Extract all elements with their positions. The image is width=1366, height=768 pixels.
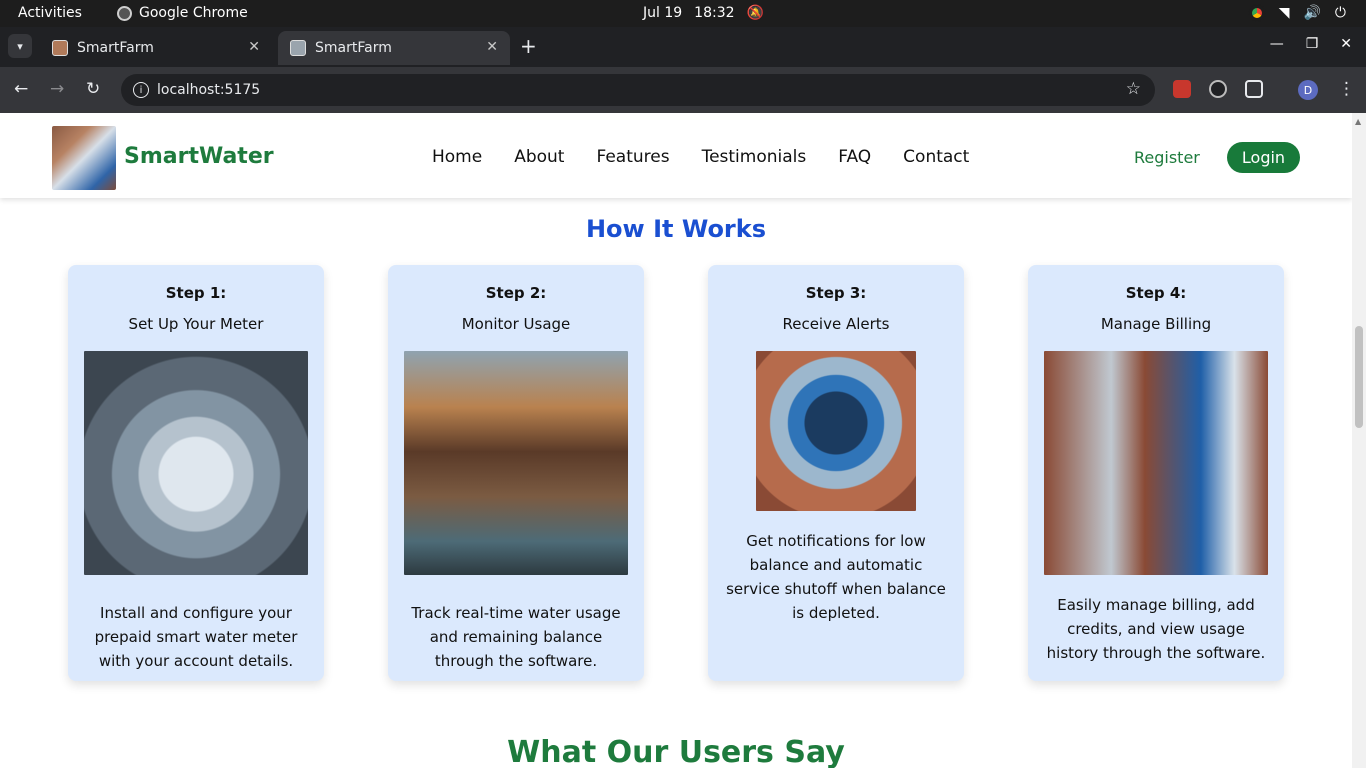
nav-contact[interactable]: Contact: [903, 147, 969, 167]
tab-title: SmartFarm: [77, 40, 154, 56]
app-menu[interactable]: Google Chrome: [117, 5, 248, 21]
wifi-icon: ◥: [1278, 5, 1290, 21]
browser-toolbar: ← → ↻ i localhost:5175 ☆ ⋮: [0, 67, 1366, 113]
site-logo[interactable]: [52, 126, 116, 190]
tab-favicon-icon: [290, 40, 306, 56]
smart-meter-photo: [84, 351, 308, 575]
site-header: SmartWater Home About Features Testimoni…: [0, 113, 1352, 198]
system-tray[interactable]: ◥ 🔊 ⏻: [1247, 4, 1346, 22]
users-say-title: What Our Users Say: [507, 735, 845, 768]
step-label: Step 4:: [1125, 284, 1187, 302]
tab-search-button[interactable]: ▾: [8, 34, 32, 58]
tab-favicon-icon: [52, 40, 68, 56]
step-name: Receive Alerts: [782, 315, 890, 333]
new-tab-button[interactable]: +: [520, 34, 537, 58]
power-icon: ⏻: [1334, 5, 1346, 21]
extension-dark-icon[interactable]: [1209, 80, 1227, 98]
extension-red-icon[interactable]: [1173, 80, 1191, 98]
browser-tab-active[interactable]: SmartFarm ✕: [278, 31, 510, 65]
step-card: Step 4: Manage Billing Easily manage bil…: [1028, 265, 1284, 681]
notifications-muted-icon: 🔕: [746, 5, 764, 21]
profile-avatar[interactable]: D: [1298, 80, 1318, 100]
clock-time: 18:32: [694, 5, 735, 21]
scrollbar-thumb[interactable]: [1355, 326, 1363, 428]
people-water-photo: [404, 351, 628, 575]
login-button[interactable]: Login: [1227, 142, 1300, 173]
scroll-up-icon[interactable]: ▲: [1355, 117, 1361, 126]
step-card: Step 1: Set Up Your Meter Install and co…: [68, 265, 324, 681]
clock[interactable]: Jul 19 18:32 🔕: [643, 5, 764, 21]
register-link[interactable]: Register: [1134, 148, 1200, 167]
back-icon[interactable]: ←: [14, 79, 28, 99]
site-info-icon[interactable]: i: [133, 82, 149, 98]
minimize-icon[interactable]: —: [1270, 36, 1284, 52]
step-label: Step 1:: [165, 284, 227, 302]
page-scrollbar[interactable]: ▲: [1352, 113, 1366, 768]
page-viewport: SmartWater Home About Features Testimoni…: [0, 113, 1352, 768]
nav-features[interactable]: Features: [596, 147, 669, 167]
step-name: Set Up Your Meter: [128, 315, 264, 333]
step-description: Track real-time water usage and remainin…: [411, 604, 621, 670]
address-bar[interactable]: i localhost:5175 ☆: [121, 74, 1155, 106]
step-description: Easily manage billing, add credits, and …: [1046, 596, 1266, 662]
nav-faq[interactable]: FAQ: [838, 147, 871, 167]
maximize-icon[interactable]: ❐: [1306, 36, 1319, 52]
step-description: Get notifications for low balance and au…: [726, 532, 946, 622]
close-window-icon[interactable]: ✕: [1340, 36, 1352, 52]
activities-button[interactable]: Activities: [18, 5, 82, 21]
clock-date: Jul 19: [643, 5, 683, 21]
tab-close-icon[interactable]: ✕: [486, 39, 498, 55]
nav-about[interactable]: About: [514, 147, 564, 167]
main-nav: Home About Features Testimonials FAQ Con…: [432, 147, 969, 167]
step-card: Step 2: Monitor Usage Track real-time wa…: [388, 265, 644, 681]
step-card: Step 3: Receive Alerts Get notifications…: [708, 265, 964, 681]
bookmark-star-icon[interactable]: ☆: [1126, 79, 1141, 99]
tab-title: SmartFarm: [315, 40, 392, 56]
browser-menu-icon[interactable]: ⋮: [1338, 79, 1355, 99]
volume-icon: 🔊: [1303, 5, 1321, 21]
step-name: Monitor Usage: [461, 315, 571, 333]
nav-testimonials[interactable]: Testimonials: [702, 147, 807, 167]
chrome-tray-icon: [1247, 4, 1266, 22]
step-label: Step 3:: [805, 284, 867, 302]
chrome-app-icon: [117, 5, 132, 21]
billing-meters-photo: [1044, 351, 1268, 575]
step-label: Step 2:: [485, 284, 547, 302]
how-it-works-title: How It Works: [585, 215, 767, 243]
brand-name[interactable]: SmartWater: [124, 144, 274, 169]
step-name: Manage Billing: [1100, 315, 1212, 333]
browser-tab[interactable]: SmartFarm ✕: [40, 31, 272, 65]
meter-alert-photo: [756, 351, 916, 511]
extensions-puzzle-icon[interactable]: [1245, 80, 1263, 98]
reload-icon[interactable]: ↻: [86, 79, 100, 99]
tab-strip: ▾ SmartFarm ✕ SmartFarm ✕ + — ❐ ✕: [0, 27, 1366, 67]
step-description: Install and configure your prepaid smart…: [94, 604, 298, 670]
window-controls: — ❐ ✕: [1270, 36, 1352, 52]
os-top-bar: Activities Google Chrome Jul 19 18:32 🔕 …: [0, 0, 1366, 27]
nav-home[interactable]: Home: [432, 147, 482, 167]
url-text: localhost:5175: [157, 82, 261, 98]
app-name: Google Chrome: [139, 5, 248, 21]
tab-close-icon[interactable]: ✕: [248, 39, 260, 55]
forward-icon[interactable]: →: [50, 79, 64, 99]
